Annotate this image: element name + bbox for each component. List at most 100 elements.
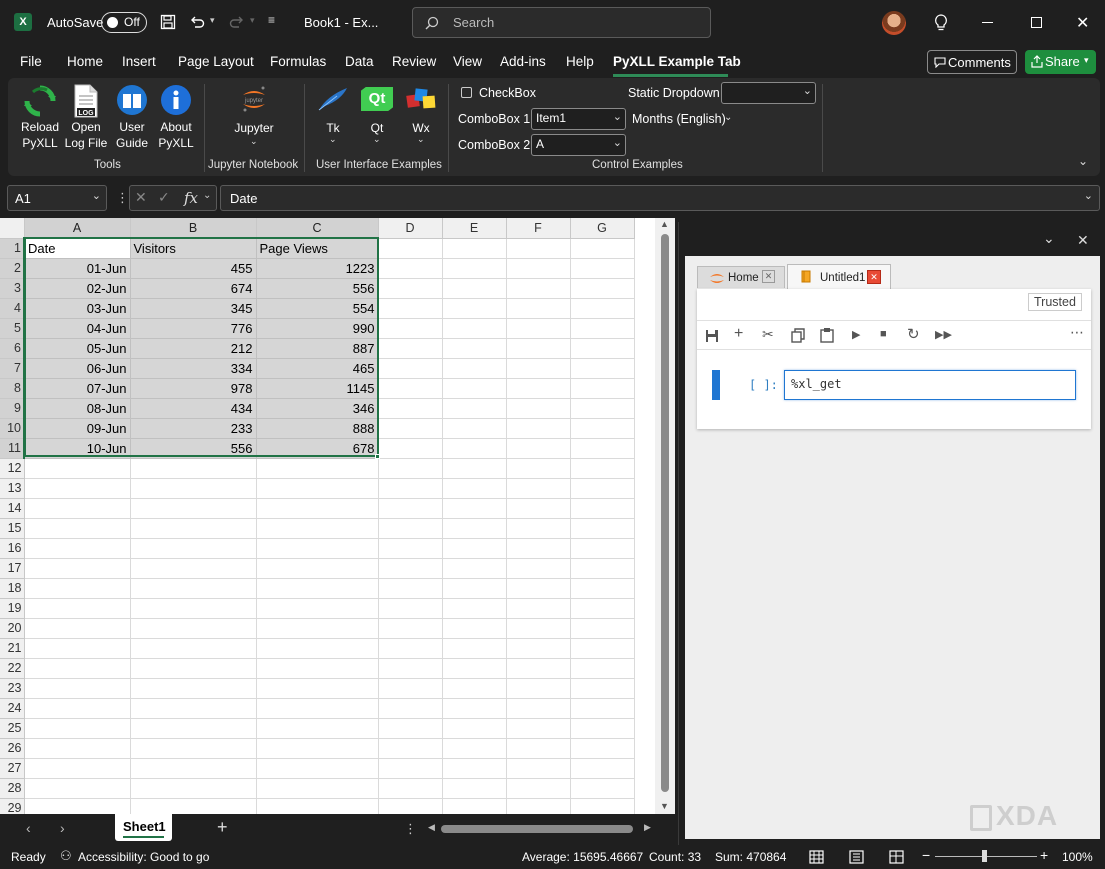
cell[interactable] [442, 538, 507, 559]
cell[interactable] [378, 778, 443, 799]
cell[interactable] [378, 378, 443, 399]
cell[interactable] [256, 678, 379, 699]
cell[interactable] [506, 718, 571, 739]
cell[interactable] [570, 258, 635, 279]
cell[interactable] [506, 238, 571, 259]
row-header[interactable]: 19 [0, 598, 25, 619]
cell[interactable] [570, 518, 635, 539]
cell[interactable] [378, 558, 443, 579]
cell[interactable] [130, 718, 257, 739]
cell[interactable] [378, 518, 443, 539]
column-header[interactable]: F [506, 218, 571, 239]
cell[interactable] [130, 458, 257, 479]
cell[interactable] [442, 778, 507, 799]
cell[interactable] [442, 518, 507, 539]
cell[interactable] [442, 418, 507, 439]
cell[interactable]: 02-Jun [24, 278, 131, 299]
cell-grid[interactable]: A B C D E F G 1 Date Visitors Page Views 2 01… [0, 218, 635, 819]
row-header[interactable]: 25 [0, 718, 25, 739]
cell[interactable] [24, 458, 131, 479]
cell[interactable] [570, 318, 635, 339]
expand-formula-icon[interactable]: ⌄ [1084, 189, 1093, 202]
cell[interactable] [570, 738, 635, 759]
cell[interactable] [24, 598, 131, 619]
code-cell-input[interactable]: %xl_get [784, 370, 1076, 400]
cell[interactable] [442, 378, 507, 399]
cell[interactable] [130, 778, 257, 799]
status-count[interactable]: Count: 33 [649, 850, 701, 864]
tab-formulas[interactable]: Formulas [270, 54, 326, 69]
horizontal-scroll-thumb[interactable] [441, 825, 633, 833]
cell[interactable]: 06-Jun [24, 358, 131, 379]
cell[interactable]: 212 [130, 338, 257, 359]
cell[interactable]: 455 [130, 258, 257, 279]
cell[interactable] [442, 718, 507, 739]
cell[interactable] [506, 638, 571, 659]
close-window-button[interactable]: ✕ [1076, 13, 1089, 33]
tab-add-ins[interactable]: Add-ins [500, 54, 546, 69]
cell[interactable]: 03-Jun [24, 298, 131, 319]
cell[interactable] [24, 518, 131, 539]
cell[interactable] [506, 258, 571, 279]
tab-home[interactable]: Home [67, 54, 103, 69]
status-sum[interactable]: Sum: 470864 [715, 850, 786, 864]
cell[interactable] [506, 598, 571, 619]
cell[interactable] [442, 338, 507, 359]
cell[interactable] [570, 438, 635, 459]
column-header[interactable]: C [256, 218, 379, 239]
cell[interactable] [256, 578, 379, 599]
months-dropdown[interactable]: Months (English) [632, 112, 726, 126]
cell[interactable] [378, 338, 443, 359]
cell[interactable] [256, 638, 379, 659]
formula-input[interactable]: Date ⌄ [220, 185, 1100, 211]
cell[interactable] [570, 658, 635, 679]
vertical-scrollbar[interactable]: ▲ ▼ [655, 218, 675, 816]
close-tab-icon[interactable]: ✕ [762, 270, 775, 283]
cell[interactable]: Visitors [130, 238, 257, 259]
cell[interactable] [506, 418, 571, 439]
cell[interactable] [24, 618, 131, 639]
cell[interactable] [378, 578, 443, 599]
cell[interactable] [24, 758, 131, 779]
cell[interactable] [442, 758, 507, 779]
run-icon[interactable]: ▶ [852, 328, 860, 341]
pane-options-chevron-icon[interactable]: ⌄ [1043, 230, 1055, 247]
zoom-level[interactable]: 100% [1062, 850, 1093, 864]
cell[interactable]: 08-Jun [24, 398, 131, 419]
cell[interactable] [130, 638, 257, 659]
cell[interactable] [506, 678, 571, 699]
scroll-down-icon[interactable]: ▼ [660, 801, 669, 811]
column-header[interactable]: B [130, 218, 257, 239]
checkbox[interactable] [461, 87, 472, 98]
cell[interactable] [570, 358, 635, 379]
cell[interactable]: 334 [130, 358, 257, 379]
cell[interactable] [442, 398, 507, 419]
row-header[interactable]: 10 [0, 418, 25, 439]
cell[interactable] [570, 698, 635, 719]
tab-insert[interactable]: Insert [122, 54, 156, 69]
cell[interactable] [442, 618, 507, 639]
cell[interactable] [570, 278, 635, 299]
cell[interactable]: 776 [130, 318, 257, 339]
cell[interactable]: 346 [256, 398, 379, 419]
cell[interactable] [570, 618, 635, 639]
cell[interactable] [506, 658, 571, 679]
cell[interactable]: 434 [130, 398, 257, 419]
cell[interactable] [570, 238, 635, 259]
search-box[interactable]: Search [412, 7, 711, 38]
cell[interactable] [130, 498, 257, 519]
cell[interactable]: 556 [256, 278, 379, 299]
accessibility-status[interactable]: Accessibility: Good to go [78, 850, 209, 864]
row-header[interactable]: 12 [0, 458, 25, 479]
cell[interactable] [506, 378, 571, 399]
cell[interactable] [506, 438, 571, 459]
cell[interactable] [24, 498, 131, 519]
sheet-options-icon[interactable]: ⋮ [404, 821, 417, 837]
row-header[interactable]: 13 [0, 478, 25, 499]
cell[interactable] [442, 258, 507, 279]
column-header[interactable]: A [24, 218, 131, 239]
select-all-corner[interactable] [0, 218, 25, 239]
cell[interactable]: 888 [256, 418, 379, 439]
tab-data[interactable]: Data [345, 54, 374, 69]
cell[interactable] [378, 478, 443, 499]
